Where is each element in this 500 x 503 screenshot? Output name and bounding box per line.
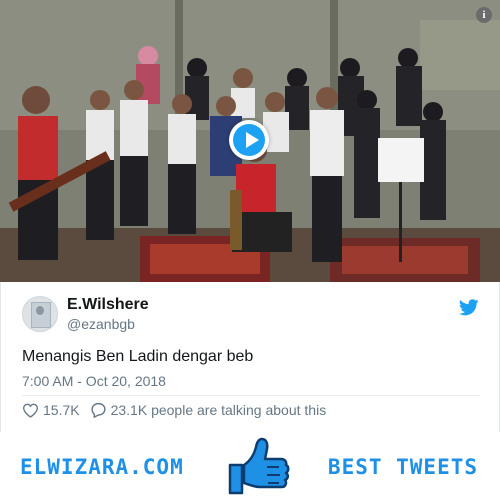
site-brand: ELWIZARA.COM (20, 455, 184, 479)
info-icon[interactable]: i (476, 7, 492, 23)
talking-text: 23.1K people are talking about this (110, 402, 327, 418)
tweet-timestamp[interactable]: 7:00 AM - Oct 20, 2018 (22, 373, 166, 389)
like-count: 15.7K (43, 402, 80, 418)
play-button[interactable] (229, 120, 269, 160)
tweet-actions: 15.7K 23.1K people are talking about thi… (22, 400, 336, 420)
talking-action[interactable]: 23.1K people are talking about this (90, 402, 327, 418)
twitter-bird-icon[interactable] (459, 299, 479, 316)
like-action[interactable]: 15.7K (22, 402, 80, 418)
branding-footer: ELWIZARA.COM BEST TWEETS (0, 432, 500, 503)
divider (22, 395, 480, 396)
heart-icon (22, 403, 39, 418)
video-preview[interactable]: i (0, 0, 500, 282)
best-tweets-label: BEST TWEETS (327, 455, 478, 479)
speech-bubble-icon (91, 402, 106, 418)
tweet-card: E.Wilshere @ezanbgb Menangis Ben Ladin d… (0, 282, 500, 432)
tweet-text: Menangis Ben Ladin dengar beb (22, 348, 254, 365)
avatar[interactable] (22, 296, 58, 332)
author-name[interactable]: E.Wilshere (67, 296, 149, 314)
author-handle[interactable]: @ezanbgb (67, 316, 135, 332)
thumbs-up-icon (228, 437, 290, 495)
play-icon (233, 124, 265, 156)
